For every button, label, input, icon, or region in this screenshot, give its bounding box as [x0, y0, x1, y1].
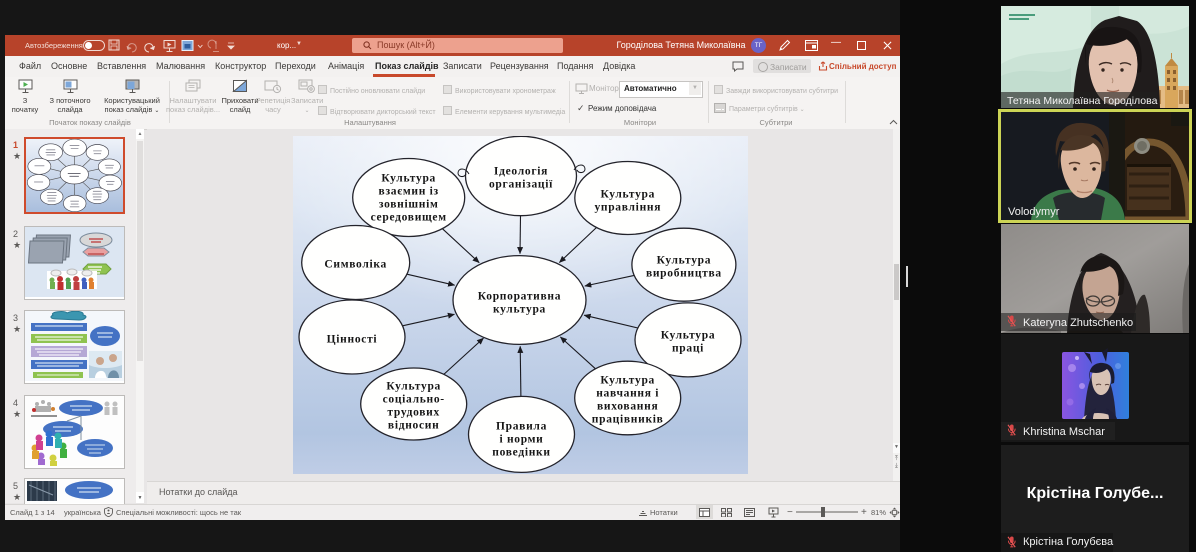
svg-text:поведінки: поведінки: [492, 447, 550, 459]
svg-text:виховання: виховання: [597, 401, 658, 413]
svg-text:і норми: і норми: [499, 434, 543, 446]
svg-text:навчання і: навчання і: [596, 388, 659, 400]
svg-text:організації: організації: [489, 179, 553, 191]
svg-text:середовищем: середовищем: [371, 212, 447, 224]
svg-text:Культура: Культура: [381, 173, 436, 185]
svg-text:Культура: Культура: [600, 375, 655, 387]
svg-text:Volodymyr: Volodymyr: [1008, 206, 1060, 218]
svg-text:працівників: працівників: [592, 414, 664, 426]
svg-text:зовнішнім: зовнішнім: [379, 199, 439, 211]
svg-text:праці: праці: [672, 343, 704, 355]
svg-text:Khristina Mschar: Khristina Mschar: [1023, 426, 1105, 438]
svg-text:Цінності: Цінності: [327, 334, 378, 346]
svg-text:відносин: відносин: [388, 420, 440, 432]
svg-text:Символіка: Символіка: [324, 259, 387, 271]
svg-text:взаємин із: взаємин із: [379, 186, 439, 198]
svg-text:Культура: Культура: [657, 255, 712, 267]
svg-text:соціально-: соціально-: [383, 394, 445, 406]
svg-text:управління: управління: [594, 202, 661, 214]
svg-text:Культура: Культура: [661, 330, 716, 342]
svg-text:культура: культура: [493, 304, 546, 316]
svg-text:трудових: трудових: [387, 407, 440, 419]
svg-text:Kateryna Zhutschenko: Kateryna Zhutschenko: [1023, 317, 1133, 329]
svg-text:Культура: Культура: [386, 381, 441, 393]
svg-text:виробництва: виробництва: [646, 268, 722, 280]
svg-text:Культура: Культура: [600, 189, 655, 201]
svg-text:Тетяна Миколаївна Городілова: Тетяна Миколаївна Городілова: [1007, 95, 1158, 107]
svg-text:Ідеологія: Ідеологія: [494, 166, 548, 178]
svg-text:Корпоративна: Корпоративна: [478, 291, 561, 303]
svg-text:Правила: Правила: [496, 421, 547, 433]
